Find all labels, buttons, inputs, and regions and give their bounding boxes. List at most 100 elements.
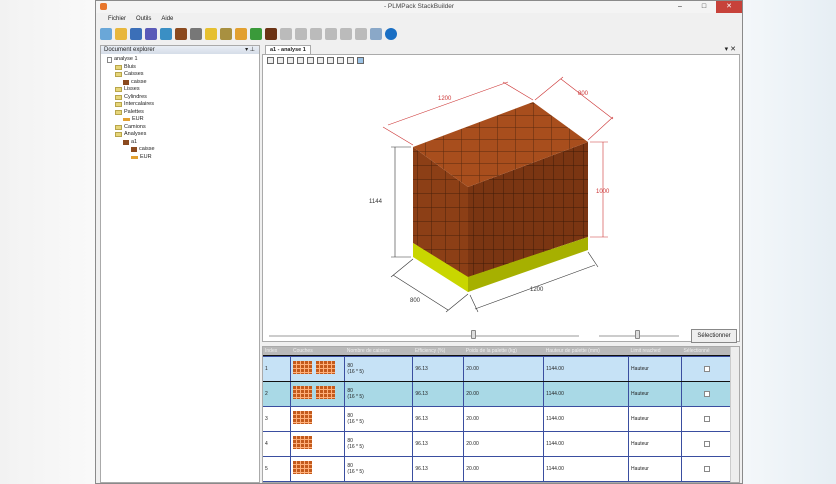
tree-item[interactable]: Intercalaires bbox=[101, 101, 259, 109]
case-icon[interactable] bbox=[175, 28, 187, 40]
view-plain-icon[interactable] bbox=[347, 57, 354, 64]
dim-length-label: 1200 bbox=[438, 96, 452, 102]
table-row[interactable]: 4 80 (16 * 5) 96.13 20.00 1144.00 Hauteur bbox=[263, 431, 732, 456]
dim-width-label: 800 bbox=[578, 91, 589, 97]
disabled-2-icon[interactable] bbox=[295, 28, 307, 40]
layer-slider-track[interactable] bbox=[269, 335, 579, 337]
maximize-button[interactable]: □ bbox=[694, 1, 714, 13]
layer-pattern-icon bbox=[293, 461, 313, 474]
index-cell: 3 bbox=[263, 406, 292, 431]
tree-item[interactable]: caisse bbox=[101, 79, 259, 87]
disabled-4-icon[interactable] bbox=[325, 28, 337, 40]
disabled-3-icon[interactable] bbox=[310, 28, 322, 40]
column-header[interactable]: Efficiency (%) bbox=[412, 347, 464, 356]
table-row[interactable]: 3 80 (16 * 5) 96.13 20.00 1144.00 Hauteur bbox=[263, 406, 732, 431]
column-header[interactable]: Sélectionné bbox=[681, 347, 731, 356]
tree-item[interactable]: EUR bbox=[101, 116, 259, 124]
dim-bottom-length-label: 1200 bbox=[530, 287, 544, 293]
limit-cell: Hauteur bbox=[628, 381, 682, 406]
tree-item[interactable]: a1 bbox=[101, 139, 259, 147]
menu-fichier[interactable]: Fichier bbox=[108, 16, 126, 22]
box-icon bbox=[123, 139, 129, 145]
layer-pattern-icon bbox=[316, 361, 336, 374]
view-top-icon[interactable] bbox=[307, 57, 314, 64]
limit-cell: Hauteur bbox=[628, 406, 682, 431]
tree-item[interactable]: Lisses bbox=[101, 86, 259, 94]
select-button[interactable]: Sélectionner bbox=[691, 329, 737, 343]
tree-item[interactable]: analyse 1 bbox=[101, 56, 259, 64]
view-dims-icon[interactable] bbox=[327, 57, 334, 64]
view-grid-icon[interactable] bbox=[337, 57, 344, 64]
limit-cell: Hauteur bbox=[628, 456, 682, 481]
help-icon[interactable] bbox=[385, 28, 397, 40]
cylinder-icon[interactable] bbox=[205, 28, 217, 40]
column-header[interactable]: Couches bbox=[290, 347, 345, 356]
menu-outils[interactable]: Outils bbox=[136, 16, 151, 22]
column-header[interactable]: Index bbox=[263, 347, 291, 356]
folder-icon bbox=[115, 102, 122, 108]
select-checkbox[interactable] bbox=[703, 390, 710, 397]
view-right-icon[interactable] bbox=[287, 57, 294, 64]
tree-item[interactable]: Palettes bbox=[101, 109, 259, 117]
select-checkbox[interactable] bbox=[703, 440, 710, 447]
table-row[interactable]: 2 80 (16 * 5) 96.13 20.00 1144.00 Hauteur bbox=[263, 381, 732, 406]
box-icon[interactable] bbox=[190, 28, 202, 40]
case-count-cell: 80 (16 * 5) bbox=[344, 406, 414, 431]
folder-icon bbox=[115, 124, 122, 130]
folder-icon bbox=[115, 132, 122, 138]
bundle-icon[interactable] bbox=[160, 28, 172, 40]
column-header[interactable]: Poids de la palette (kg) bbox=[463, 347, 544, 356]
select-checkbox[interactable] bbox=[703, 465, 710, 472]
save-icon[interactable] bbox=[130, 28, 142, 40]
folder-icon bbox=[115, 87, 122, 93]
zoom-slider-thumb[interactable] bbox=[635, 330, 640, 339]
analysis-panel: a1 - analyse 1 ▾ ✕ 1200 800 1000 1144 80… bbox=[262, 45, 740, 483]
view-back-icon[interactable] bbox=[297, 57, 304, 64]
box-icon bbox=[123, 79, 129, 85]
pin-icon[interactable]: ▾ ⊥ bbox=[245, 46, 255, 54]
view-left-icon[interactable] bbox=[277, 57, 284, 64]
tree-item[interactable]: Caisses bbox=[101, 71, 259, 79]
layer-slider-thumb[interactable] bbox=[471, 330, 476, 339]
view-front-icon[interactable] bbox=[267, 57, 274, 64]
tab-analyse[interactable]: a1 - analyse 1 bbox=[265, 45, 311, 54]
tree-item[interactable]: EUR bbox=[101, 154, 259, 162]
tree-item-label: Caisses bbox=[124, 71, 144, 77]
tree-item[interactable]: Camions bbox=[101, 124, 259, 132]
database-icon[interactable] bbox=[370, 28, 382, 40]
interlayer-icon[interactable] bbox=[220, 28, 232, 40]
column-header[interactable]: Limit reached bbox=[628, 347, 682, 356]
case-count-cell: 80 (16 * 5) bbox=[344, 456, 414, 481]
new-doc-icon[interactable] bbox=[100, 28, 112, 40]
height-cell: 1144.00 bbox=[543, 381, 630, 406]
tree-item[interactable]: Analyses bbox=[101, 131, 259, 139]
tab-close-icon[interactable]: ▾ ✕ bbox=[725, 45, 736, 53]
selected-cell bbox=[681, 406, 732, 431]
grid-scrollbar[interactable] bbox=[730, 347, 739, 482]
disabled-1-icon[interactable] bbox=[280, 28, 292, 40]
case-count-detail: (16 * 5) bbox=[347, 418, 364, 425]
column-header[interactable]: Hauteur de palette (mm) bbox=[543, 347, 629, 356]
tree-item[interactable]: Cylindres bbox=[101, 94, 259, 102]
open-icon[interactable] bbox=[115, 28, 127, 40]
truck-icon[interactable] bbox=[250, 28, 262, 40]
disabled-5-icon[interactable] bbox=[340, 28, 352, 40]
select-checkbox[interactable] bbox=[703, 365, 710, 372]
select-checkbox[interactable] bbox=[703, 415, 710, 422]
pallet-icon[interactable] bbox=[235, 28, 247, 40]
menu-aide[interactable]: Aide bbox=[161, 16, 173, 22]
column-header[interactable]: Nombre de caisses bbox=[344, 347, 413, 356]
minimize-button[interactable]: – bbox=[670, 1, 690, 13]
view-iso-icon[interactable] bbox=[317, 57, 324, 64]
save-all-icon[interactable] bbox=[145, 28, 157, 40]
analysis-icon[interactable] bbox=[265, 28, 277, 40]
tree-item[interactable]: caisse bbox=[101, 146, 259, 154]
close-button[interactable]: ✕ bbox=[716, 1, 742, 13]
weight-cell: 20.00 bbox=[463, 406, 545, 431]
table-row[interactable]: 1 80 (16 * 5) 96.13 20.00 1144.00 Hauteur bbox=[263, 355, 732, 382]
disabled-6-icon[interactable] bbox=[355, 28, 367, 40]
view-image-icon[interactable] bbox=[357, 57, 364, 64]
table-row[interactable]: 5 80 (16 * 5) 96.13 20.00 1144.00 Hauteur bbox=[263, 456, 732, 481]
tree-item[interactable]: Bluis bbox=[101, 64, 259, 72]
solutions-grid: Index Couches Nombre de caisses Efficiency … bbox=[262, 346, 740, 483]
